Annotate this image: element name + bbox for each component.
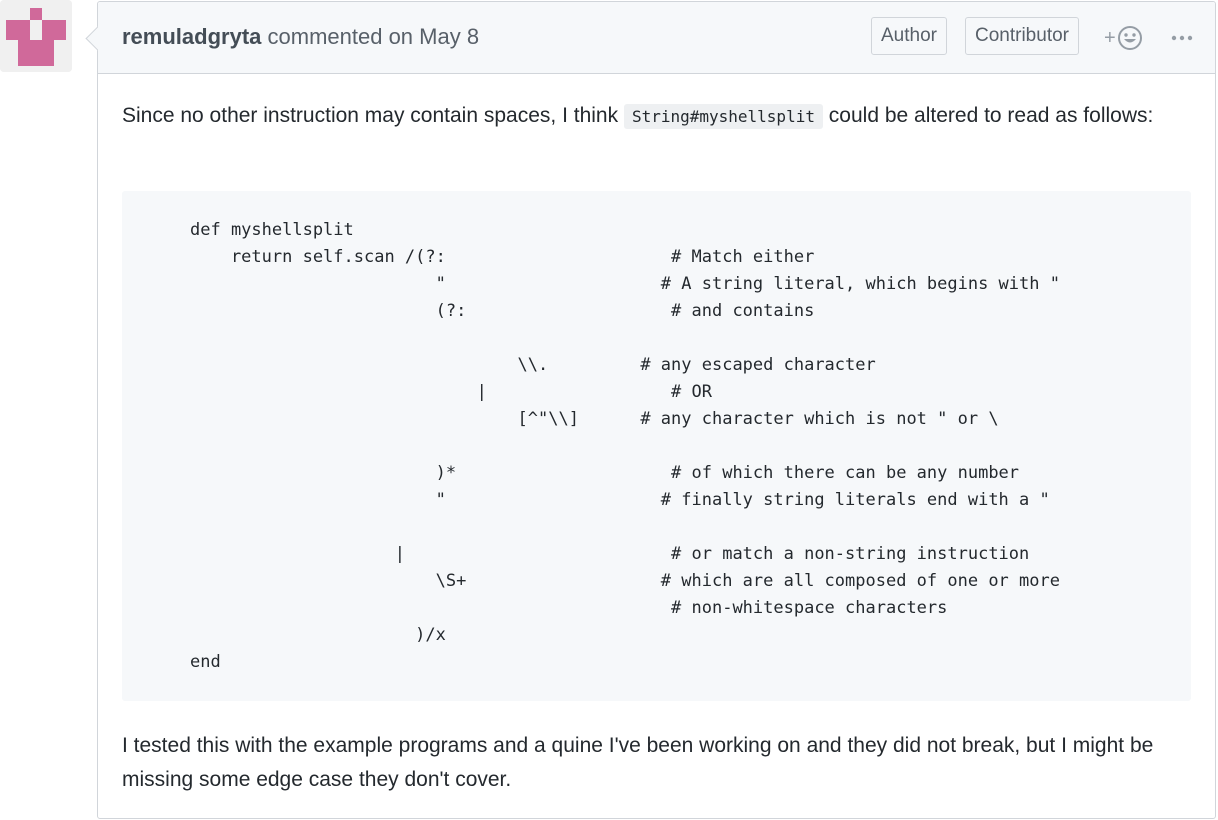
author-badge: Author [871,17,947,55]
code-line: \S+ # which are all composed of one or m… [435,571,1060,591]
code-line: )* # of which there can be any number [435,463,1020,483]
inline-code: String#myshellsplit [623,104,823,129]
plus-icon: + [1104,26,1116,49]
code-line: \\. # any escaped character [517,355,876,375]
code-line: [^"\\] # any character which is not " or… [517,409,999,429]
paragraph-text: Since no other instruction may contain s… [122,104,624,127]
code-line: def myshellsplit [190,220,354,240]
code-line: return self.scan /(?: # Match either [230,247,815,267]
contributor-badge: Contributor [965,17,1079,55]
code-line: # non-whitespace characters [671,598,948,618]
code-content: def myshellsplit return self.scan /(?: #… [190,217,1060,676]
author-link[interactable]: remuladgryta [122,24,261,49]
code-line: " # A string literal, which begins with … [435,274,1060,294]
code-block: def myshellsplit return self.scan /(?: #… [122,191,1191,701]
code-line: )/x [415,625,446,645]
comment-paragraph: Since no other instruction may contain s… [122,99,1182,134]
avatar[interactable] [0,0,72,72]
comment-header: remuladgryta commented on May 8 Author C… [98,2,1215,74]
code-line: " # finally string literals end with a " [435,490,1050,510]
more-options-button[interactable] [1168,20,1198,54]
identicon-icon [0,0,72,72]
code-line: | # or match a non-string instruction [394,544,1030,564]
add-reaction-button[interactable]: + [1104,24,1143,52]
code-line: | # OR [476,382,712,402]
comment-card: remuladgryta commented on May 8 Author C… [97,1,1216,819]
smiley-icon [1117,26,1142,50]
code-line: (?: # and contains [435,301,815,321]
comment-timestamp[interactable]: commented on May 8 [268,24,480,49]
comment-heading: remuladgryta commented on May 8 [122,22,479,52]
comment-paragraph: I tested this with the example programs … [122,734,1154,791]
paragraph-text: could be altered to read as follows: [822,104,1154,127]
code-line: end [190,652,221,672]
kebab-horizontal-icon [1171,35,1193,41]
